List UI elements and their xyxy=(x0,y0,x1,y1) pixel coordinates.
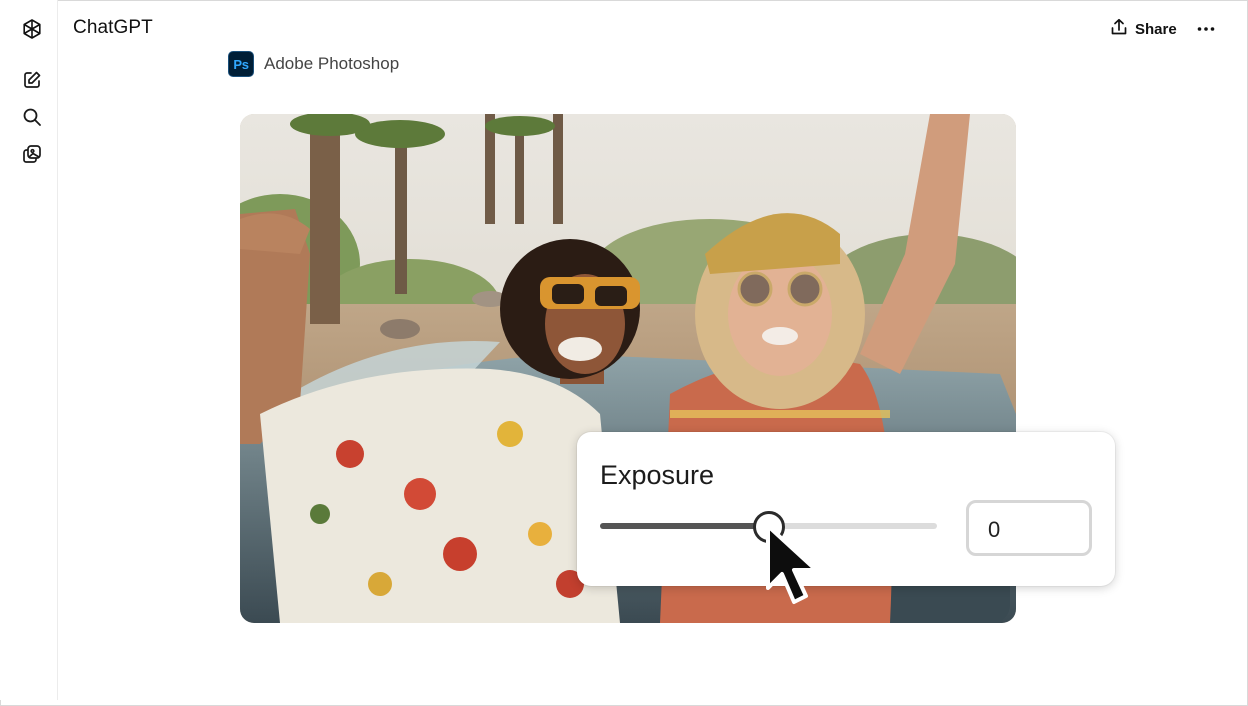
share-label: Share xyxy=(1135,20,1177,38)
more-options-icon[interactable] xyxy=(1193,17,1219,41)
sidebar xyxy=(0,0,58,700)
share-button[interactable]: Share xyxy=(1110,17,1177,41)
search-icon[interactable] xyxy=(16,101,48,133)
new-chat-icon[interactable] xyxy=(16,64,48,96)
openai-logo-icon[interactable] xyxy=(16,13,48,45)
page-title: ChatGPT xyxy=(73,17,153,38)
library-icon[interactable] xyxy=(16,138,48,170)
exposure-slider-fill xyxy=(600,523,769,529)
photoshop-logo: Ps xyxy=(228,51,254,77)
exposure-label: Exposure xyxy=(600,460,715,490)
exposure-panel: Exposure 0 xyxy=(577,432,1115,586)
app-name: Adobe Photoshop xyxy=(264,54,400,73)
mouse-cursor-icon xyxy=(764,522,826,611)
share-icon xyxy=(1110,18,1128,40)
app-attribution: Ps Adobe Photoshop xyxy=(228,51,399,77)
exposure-value-input[interactable]: 0 xyxy=(966,500,1092,556)
